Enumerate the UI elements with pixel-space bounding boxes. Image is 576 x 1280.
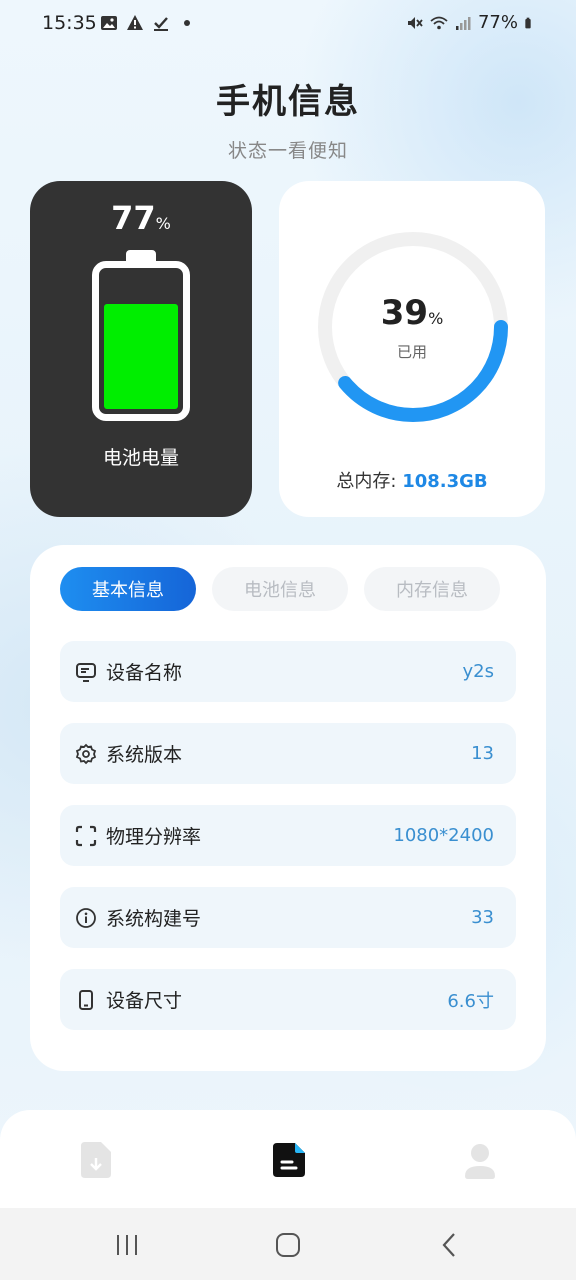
battery-percent: 77%: [111, 199, 171, 237]
bottom-navigation: [0, 1110, 576, 1208]
battery-level-fill: [104, 304, 178, 409]
status-time: 15:35: [42, 12, 97, 34]
info-row-label: 物理分辨率: [106, 826, 202, 848]
info-row-device-size[interactable]: 设备尺寸 6.6寸: [60, 969, 516, 1030]
info-row-device-name[interactable]: 设备名称 y2s: [60, 641, 516, 702]
info-row-value: 13: [471, 743, 494, 764]
download-file-icon: [81, 1142, 111, 1178]
phone-icon: [74, 988, 98, 1012]
info-row-system-version[interactable]: 系统版本 13: [60, 723, 516, 784]
battery-cap: [126, 250, 156, 261]
info-row-label: 系统构建号: [106, 908, 202, 930]
memory-used-label: 已用: [396, 343, 427, 361]
status-bar: 15:35 77%: [0, 0, 576, 48]
status-notification-icons: [100, 14, 196, 32]
user-icon: [465, 1144, 495, 1179]
signal-icon: [455, 16, 471, 30]
download-done-icon: [154, 17, 168, 31]
nav-user-button[interactable]: [462, 1140, 502, 1180]
status-battery-percent: 77%: [477, 12, 518, 33]
home-button[interactable]: [268, 1230, 308, 1260]
tab-basic-info[interactable]: 基本信息: [60, 567, 196, 611]
nav-download-file-button[interactable]: [77, 1140, 117, 1180]
back-icon: [442, 1233, 455, 1257]
info-row-value: 1080*2400: [393, 825, 494, 846]
home-icon: [276, 1233, 300, 1257]
info-row-value: 6.6寸: [447, 990, 494, 1012]
image-icon: [101, 16, 117, 30]
info-panel: 基本信息 电池信息 内存信息 设备名称 y2s 系统版本 13 物理分辨率 10…: [30, 545, 546, 1071]
status-system-icons: 77%: [406, 12, 536, 33]
tab-memory-info[interactable]: 内存信息: [364, 567, 500, 611]
system-navigation-bar: [0, 1208, 576, 1280]
info-list: 设备名称 y2s 系统版本 13 物理分辨率 1080*2400 系统构建号 3…: [60, 641, 516, 1051]
page-subtitle: 状态一看便知: [227, 140, 348, 162]
info-row-label: 设备名称: [106, 662, 183, 684]
battery-icon: [525, 17, 531, 28]
info-row-value: 33: [471, 907, 494, 928]
memory-percent: 39%: [380, 293, 444, 333]
mute-icon: [407, 16, 423, 29]
info-row-label: 设备尺寸: [106, 990, 183, 1012]
memory-card[interactable]: 39% 已用 总内存: 108.3GB: [279, 181, 545, 517]
info-row-value: y2s: [462, 661, 494, 682]
tab-battery-info[interactable]: 电池信息: [212, 567, 348, 611]
page-title: 手机信息: [216, 82, 360, 122]
document-icon: [273, 1143, 305, 1177]
back-button[interactable]: [430, 1230, 470, 1260]
recent-apps-button[interactable]: [107, 1230, 147, 1260]
info-row-build-number[interactable]: 系统构建号 33: [60, 887, 516, 948]
battery-label: 电池电量: [102, 447, 179, 469]
memory-total: 总内存: 108.3GB: [336, 471, 488, 492]
info-tabs: 基本信息 电池信息 内存信息: [60, 567, 500, 611]
memory-total-value: 108.3GB: [402, 471, 488, 492]
warning-icon: [127, 15, 143, 30]
gear-icon: [74, 742, 98, 766]
info-row-resolution[interactable]: 物理分辨率 1080*2400: [60, 805, 516, 866]
battery-card[interactable]: 77% 电池电量: [30, 181, 252, 517]
info-icon: [74, 906, 98, 930]
battery-graphic: [92, 261, 190, 421]
scan-frame-icon: [74, 824, 98, 848]
dot-icon: [184, 20, 190, 26]
monitor-icon: [74, 660, 98, 684]
info-row-label: 系统版本: [106, 744, 183, 766]
recent-apps-icon: [117, 1235, 137, 1255]
nav-document-button[interactable]: [270, 1140, 310, 1180]
wifi-icon: [430, 16, 448, 29]
